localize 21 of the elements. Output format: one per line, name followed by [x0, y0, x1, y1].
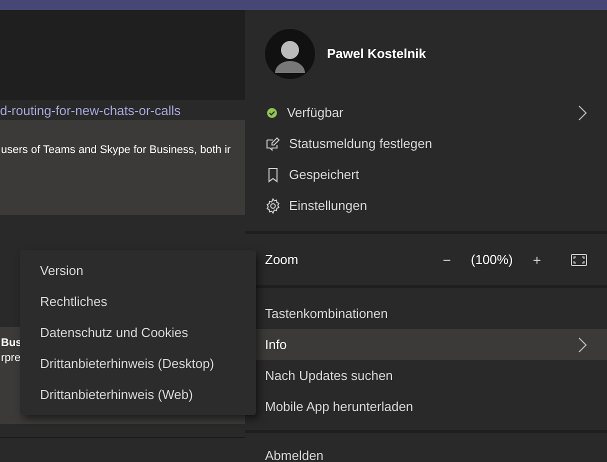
chevron-right-icon [578, 104, 587, 120]
zoom-out-button[interactable]: − [438, 252, 455, 268]
submenu-item[interactable]: Drittanbieterhinweis (Web) [20, 379, 256, 410]
message-text: rpre [1, 352, 21, 364]
submenu-item[interactable]: Version [20, 255, 256, 286]
menu-item[interactable]: Gespeichert [245, 159, 607, 190]
submenu-item[interactable]: Rechtliches [20, 286, 256, 317]
menu-item[interactable]: Statusmeldung festlegen [245, 128, 607, 159]
sign-out-item[interactable]: Abmelden [245, 433, 607, 462]
status-item[interactable]: Verfügbar [245, 97, 607, 128]
fullscreen-icon[interactable] [571, 254, 587, 266]
settings-icon [265, 198, 281, 214]
user-name: Pawel Kostelnik [327, 46, 426, 61]
zoom-value: (100%) [470, 252, 513, 267]
zoom-in-button[interactable]: + [528, 252, 545, 268]
message-text: users of Teams and Skype for Business, both ir [1, 144, 231, 156]
edit-icon [265, 136, 281, 152]
avatar [265, 28, 315, 78]
menu-item[interactable]: Einstellungen [245, 190, 607, 221]
link[interactable]: d-routing-for-new-chats-or-calls [0, 102, 181, 118]
zoom-label: Zoom [265, 252, 300, 267]
